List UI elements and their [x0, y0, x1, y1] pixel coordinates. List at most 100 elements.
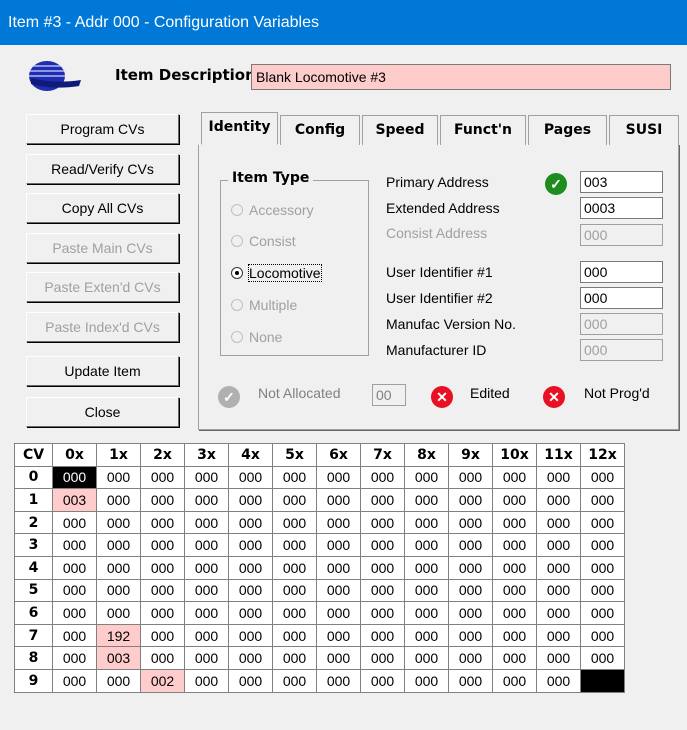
cv-cell[interactable]: 000 [448, 465, 493, 490]
cv-cell[interactable]: 000 [316, 465, 361, 490]
cv-cell[interactable]: 000 [360, 555, 405, 580]
cv-cell[interactable]: 000 [228, 465, 273, 490]
cv-cell[interactable]: 000 [360, 578, 405, 603]
tab-susi[interactable]: SUSI [609, 115, 679, 145]
cv-cell[interactable]: 000 [360, 601, 405, 625]
cv-cell[interactable]: 000 [536, 555, 581, 580]
cv-cell[interactable]: 000 [492, 465, 537, 490]
cv-cell[interactable]: 000 [140, 555, 185, 580]
cv-cell[interactable]: 000 [272, 488, 317, 512]
cv-cell[interactable]: 000 [360, 623, 405, 648]
cv-cell[interactable]: 000 [272, 555, 317, 580]
cv-cell[interactable]: 000 [448, 533, 493, 557]
cv-cell[interactable]: 000 [360, 510, 405, 535]
radio-consist[interactable]: Consist [231, 233, 296, 249]
cv-cell[interactable]: 000 [536, 668, 581, 693]
cv-cell[interactable]: 000 [404, 533, 449, 557]
primary-address-field[interactable]: 003 [580, 171, 663, 193]
program-cvs-button[interactable]: Program CVs [26, 114, 179, 144]
cv-cell[interactable]: 000 [96, 465, 141, 490]
cv-cell[interactable]: 003 [96, 646, 141, 670]
cv-cell[interactable]: 000 [316, 668, 361, 693]
cv-cell[interactable]: 000 [96, 533, 141, 557]
cv-cell[interactable]: 000 [536, 646, 581, 670]
cv-cell[interactable]: 000 [580, 601, 625, 625]
cv-cell[interactable]: 000 [96, 510, 141, 535]
cv-cell[interactable]: 000 [580, 578, 625, 603]
cv-cell[interactable]: 000 [228, 623, 273, 648]
cv-cell[interactable]: 000 [492, 601, 537, 625]
cv-cell[interactable]: 000 [360, 488, 405, 512]
cv-cell[interactable]: 000 [580, 555, 625, 580]
cv-cell[interactable]: 000 [140, 510, 185, 535]
cv-cell[interactable]: 000 [492, 510, 537, 535]
cv-cell[interactable]: 000 [228, 533, 273, 557]
radio-none[interactable]: None [231, 329, 282, 345]
cv-cell[interactable]: 000 [404, 623, 449, 648]
cv-cell[interactable]: 000 [492, 668, 537, 693]
cv-cell[interactable]: 000 [448, 555, 493, 580]
cv-cell[interactable]: 000 [580, 510, 625, 535]
tab-identity[interactable]: Identity [201, 112, 278, 145]
tab-pages[interactable]: Pages [528, 115, 607, 145]
cv-cell[interactable]: 000 [316, 578, 361, 603]
cv-cell[interactable]: 000 [184, 578, 229, 603]
cv-cell[interactable]: 000 [536, 601, 581, 625]
radio-locomotive[interactable]: Locomotive [231, 264, 322, 282]
cv-cell[interactable]: 000 [580, 465, 625, 490]
cv-cell[interactable]: 000 [580, 488, 625, 512]
cv-cell[interactable]: 000 [272, 646, 317, 670]
cv-cell[interactable]: 000 [536, 533, 581, 557]
cv-cell[interactable]: 000 [272, 668, 317, 693]
manufac-version-field[interactable]: 000 [580, 313, 663, 335]
cv-cell[interactable]: 000 [272, 578, 317, 603]
cv-cell[interactable]: 000 [228, 488, 273, 512]
cv-cell[interactable]: 000 [272, 533, 317, 557]
cv-cell[interactable]: 000 [272, 465, 317, 490]
cv-cell[interactable]: 000 [404, 555, 449, 580]
radio-multiple[interactable]: Multiple [231, 297, 297, 313]
cv-cell[interactable]: 000 [404, 465, 449, 490]
cv-cell[interactable]: 000 [448, 646, 493, 670]
cv-cell[interactable] [580, 668, 625, 693]
cv-cell[interactable]: 000 [52, 533, 97, 557]
cv-cell[interactable]: 000 [404, 601, 449, 625]
cv-cell[interactable]: 000 [140, 488, 185, 512]
cv-cell[interactable]: 000 [580, 623, 625, 648]
cv-cell[interactable]: 000 [316, 601, 361, 625]
copy-all-cvs-button[interactable]: Copy All CVs [26, 193, 179, 223]
cv-cell[interactable]: 000 [492, 533, 537, 557]
cv-cell[interactable]: 000 [96, 601, 141, 625]
cv-cell[interactable]: 000 [96, 555, 141, 580]
cv-cell[interactable]: 000 [360, 465, 405, 490]
cv-cell[interactable]: 192 [96, 623, 141, 648]
cv-cell[interactable]: 000 [96, 668, 141, 693]
cv-cell[interactable]: 000 [140, 465, 185, 490]
tab-functions[interactable]: Funct'n [440, 115, 526, 145]
cv-cell[interactable]: 000 [52, 668, 97, 693]
cv-cell[interactable]: 003 [52, 488, 97, 512]
cv-cell[interactable]: 000 [140, 646, 185, 670]
cv-cell[interactable]: 000 [52, 510, 97, 535]
cv-cell[interactable]: 000 [184, 601, 229, 625]
cv-cell[interactable]: 000 [184, 488, 229, 512]
cv-cell[interactable]: 000 [404, 510, 449, 535]
cv-cell[interactable]: 000 [536, 623, 581, 648]
cv-cell[interactable]: 000 [536, 465, 581, 490]
cv-cell[interactable]: 000 [360, 646, 405, 670]
update-item-button[interactable]: Update Item [26, 356, 179, 386]
cv-cell[interactable]: 000 [140, 533, 185, 557]
cv-cell[interactable]: 000 [140, 623, 185, 648]
extended-address-field[interactable]: 0003 [580, 197, 663, 219]
radio-accessory[interactable]: Accessory [231, 202, 314, 218]
not-allocated-field[interactable]: 00 [372, 384, 406, 406]
cv-cell[interactable]: 000 [272, 623, 317, 648]
cv-cell[interactable]: 000 [184, 668, 229, 693]
cv-cell[interactable]: 000 [184, 510, 229, 535]
cv-cell[interactable]: 000 [316, 555, 361, 580]
cv-cell[interactable]: 000 [580, 646, 625, 670]
cv-cell[interactable]: 000 [316, 623, 361, 648]
user-identifier-2-field[interactable]: 000 [580, 287, 663, 309]
cv-cell[interactable]: 000 [404, 488, 449, 512]
cv-cell[interactable]: 000 [184, 465, 229, 490]
